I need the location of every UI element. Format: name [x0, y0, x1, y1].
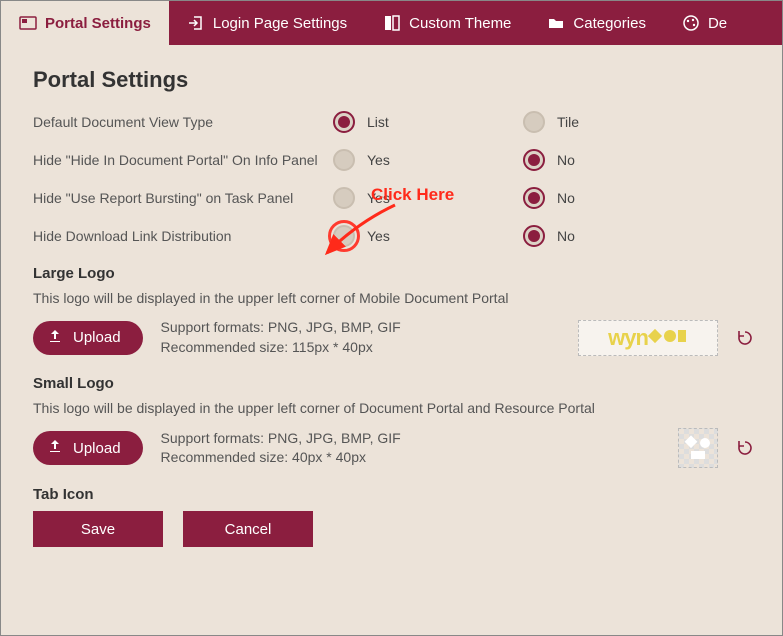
radio-no[interactable] — [523, 225, 545, 247]
tab-categories[interactable]: Categories — [529, 1, 664, 45]
small-logo-heading: Small Logo — [33, 375, 754, 392]
setting-label: Hide "Use Report Bursting" on Task Panel — [33, 189, 333, 207]
small-logo-shapes-icon — [683, 433, 713, 463]
setting-row-download-link: Hide Download Link Distribution Yes No — [33, 225, 754, 247]
palette-icon — [682, 14, 700, 32]
revert-small-logo-button[interactable] — [736, 439, 754, 457]
setting-label: Hide Download Link Distribution — [33, 227, 333, 245]
radio-no[interactable] — [523, 149, 545, 171]
login-icon — [187, 14, 205, 32]
formats-line: Support formats: PNG, JPG, BMP, GIF — [161, 318, 560, 338]
tab-overflow[interactable]: De — [664, 1, 731, 45]
portal-icon — [19, 14, 37, 32]
small-logo-desc: This logo will be displayed in the upper… — [33, 400, 754, 416]
small-logo-formats: Support formats: PNG, JPG, BMP, GIF Reco… — [161, 429, 660, 468]
radio-yes-highlighted[interactable] — [333, 225, 355, 247]
radio-no[interactable] — [523, 187, 545, 209]
radio-yes[interactable] — [333, 187, 355, 209]
upload-icon — [47, 328, 63, 348]
large-logo-preview: wyn — [578, 320, 718, 356]
radio-yes[interactable] — [333, 149, 355, 171]
tab-label: Custom Theme — [409, 15, 511, 32]
option-label: Yes — [367, 228, 390, 244]
tab-label: Portal Settings — [45, 15, 151, 32]
large-logo-row: Upload Support formats: PNG, JPG, BMP, G… — [33, 318, 754, 357]
cancel-button[interactable]: Cancel — [183, 511, 313, 547]
tab-portal-settings[interactable]: Portal Settings — [1, 1, 169, 45]
option-label: Tile — [557, 114, 579, 130]
tab-label: Categories — [573, 15, 646, 32]
tab-bar: Portal Settings Login Page Settings Cust… — [1, 1, 782, 45]
setting-row-report-bursting: Hide "Use Report Bursting" on Task Panel… — [33, 187, 754, 209]
upload-label: Upload — [73, 329, 121, 346]
setting-row-view-type: Default Document View Type List Tile — [33, 111, 754, 133]
upload-large-logo-button[interactable]: Upload — [33, 321, 143, 355]
tab-custom-theme[interactable]: Custom Theme — [365, 1, 529, 45]
formats-line: Support formats: PNG, JPG, BMP, GIF — [161, 429, 660, 449]
option-label: No — [557, 190, 575, 206]
option-label: No — [557, 152, 575, 168]
large-logo-desc: This logo will be displayed in the upper… — [33, 290, 754, 306]
upload-icon — [47, 438, 63, 458]
logo-text: wyn — [608, 325, 648, 351]
small-logo-preview — [678, 428, 718, 468]
option-label: No — [557, 228, 575, 244]
setting-row-hide-info-panel: Hide "Hide In Document Portal" On Info P… — [33, 149, 754, 171]
tab-login-page-settings[interactable]: Login Page Settings — [169, 1, 365, 45]
large-logo-heading: Large Logo — [33, 265, 754, 282]
theme-icon — [383, 14, 401, 32]
option-label: Yes — [367, 190, 390, 206]
save-button[interactable]: Save — [33, 511, 163, 547]
size-line: Recommended size: 115px * 40px — [161, 338, 560, 358]
radio-tile[interactable] — [523, 111, 545, 133]
small-logo-row: Upload Support formats: PNG, JPG, BMP, G… — [33, 428, 754, 468]
revert-large-logo-button[interactable] — [736, 329, 754, 347]
folder-icon — [547, 14, 565, 32]
upload-label: Upload — [73, 440, 121, 457]
tab-icon-heading: Tab Icon — [33, 486, 754, 503]
page-title: Portal Settings — [33, 67, 754, 93]
setting-label: Default Document View Type — [33, 113, 333, 131]
setting-label: Hide "Hide In Document Portal" On Info P… — [33, 151, 333, 169]
button-row: Save Cancel — [33, 511, 754, 547]
radio-list[interactable] — [333, 111, 355, 133]
large-logo-formats: Support formats: PNG, JPG, BMP, GIF Reco… — [161, 318, 560, 357]
size-line: Recommended size: 40px * 40px — [161, 448, 660, 468]
option-label: Yes — [367, 152, 390, 168]
tab-label: Login Page Settings — [213, 15, 347, 32]
tab-label: De — [708, 15, 727, 32]
logo-shapes-icon — [648, 327, 688, 349]
upload-small-logo-button[interactable]: Upload — [33, 431, 143, 465]
option-label: List — [367, 114, 389, 130]
